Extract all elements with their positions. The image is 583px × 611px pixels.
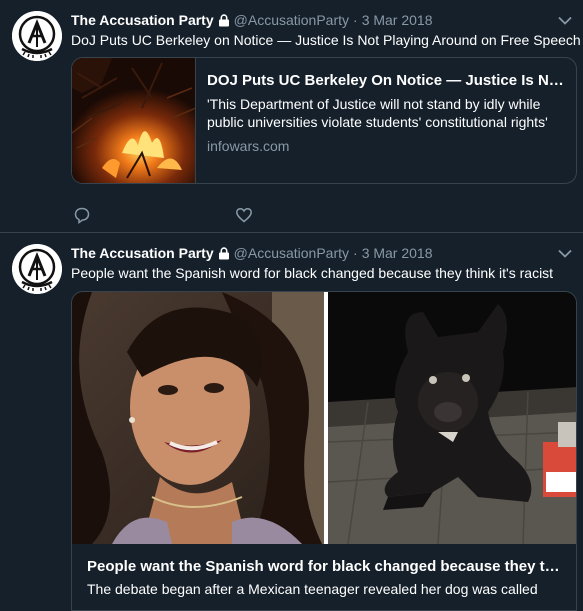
card-domain: infowars.com: [207, 138, 290, 154]
card-images: [72, 292, 576, 544]
tweet-date[interactable]: 3 Mar 2018: [362, 12, 433, 28]
card-title: DOJ Puts UC Berkeley On Notice — Justice…: [207, 72, 567, 89]
tweet-actions: [71, 204, 255, 226]
smiling-woman-photo: [72, 292, 324, 544]
card-title: People want the Spanish word for black c…: [87, 558, 567, 575]
avatar[interactable]: [12, 244, 62, 294]
lock-icon: [218, 246, 230, 260]
card-description: The debate began after a Mexican teenage…: [87, 581, 538, 597]
separator-dot: ·: [353, 12, 358, 28]
lock-icon: [218, 13, 230, 27]
tweet-date[interactable]: 3 Mar 2018: [362, 245, 433, 261]
tweet[interactable]: The Accusation Party @AccusationParty · …: [0, 233, 583, 611]
tweet-text: DoJ Puts UC Berkeley on Notice — Justice…: [71, 32, 581, 48]
tweet-text: People want the Spanish word for black c…: [71, 265, 554, 281]
display-name[interactable]: The Accusation Party: [71, 12, 214, 28]
tweet[interactable]: The Accusation Party @AccusationParty · …: [0, 0, 583, 233]
user-handle[interactable]: @AccusationParty: [234, 12, 349, 28]
tweet-header: The Accusation Party @AccusationParty · …: [71, 243, 433, 263]
avatar[interactable]: [12, 11, 62, 61]
chevron-down-icon[interactable]: [557, 245, 573, 261]
link-card[interactable]: DOJ Puts UC Berkeley On Notice — Justice…: [71, 57, 577, 184]
reply-icon[interactable]: [71, 204, 93, 226]
black-dog-photo: [328, 292, 576, 544]
fire-at-night-photo: [72, 58, 196, 183]
chevron-down-icon[interactable]: [557, 12, 573, 28]
tweet-header: The Accusation Party @AccusationParty · …: [71, 10, 433, 30]
separator-dot: ·: [353, 245, 358, 261]
card-description: 'This Department of Justice will not sta…: [207, 96, 548, 130]
display-name[interactable]: The Accusation Party: [71, 245, 214, 261]
user-handle[interactable]: @AccusationParty: [234, 245, 349, 261]
like-icon[interactable]: [233, 204, 255, 226]
link-card[interactable]: People want the Spanish word for black c…: [71, 291, 577, 611]
